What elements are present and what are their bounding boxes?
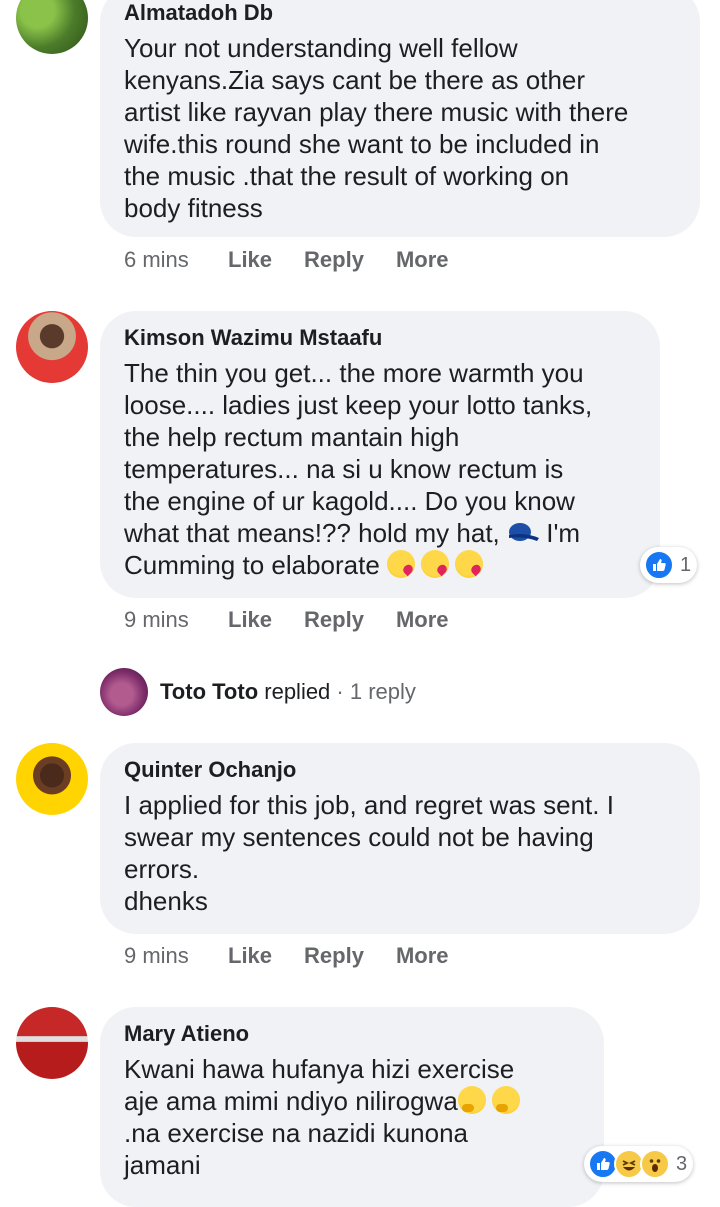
- reply-count: · 1 reply: [330, 679, 416, 704]
- comment-author[interactable]: Mary Atieno: [124, 1021, 580, 1047]
- comment-text-main: Kwani hawa hufanya hizi exercise aje ama…: [124, 1054, 515, 1116]
- thinking-emoji-icon: [457, 1086, 486, 1114]
- replied-verb: replied: [258, 679, 331, 704]
- comment-text-after: .na exercise na nazidi kunona jamani: [124, 1118, 469, 1180]
- avatar[interactable]: [16, 743, 88, 815]
- comment-bubble: Quinter Ochanjo I applied for this job, …: [100, 743, 700, 934]
- reaction-count: 1: [680, 553, 692, 576]
- comment-bubble: Kimson Wazimu Mstaafu The thin you get..…: [100, 311, 660, 598]
- comment-text: I applied for this job, and regret was s…: [124, 790, 614, 916]
- comment-author[interactable]: Kimson Wazimu Mstaafu: [124, 325, 636, 351]
- reply-button[interactable]: Reply: [304, 247, 364, 273]
- kiss-emoji-icon: [387, 550, 416, 578]
- comment-actions: 9 mins Like Reply More: [124, 607, 481, 633]
- cap-emoji-icon: [507, 519, 539, 541]
- thinking-emoji-icon: [491, 1086, 520, 1114]
- comment-bubble: Mary Atieno Kwani hawa hufanya hizi exer…: [100, 1007, 604, 1207]
- comment-text: Your not understanding well fellow kenya…: [124, 33, 629, 223]
- reaction-summary[interactable]: 3: [584, 1146, 694, 1182]
- avatar[interactable]: [16, 1007, 88, 1079]
- avatar: [100, 668, 148, 716]
- comment-text: The thin you get... the more warmth you …: [124, 357, 636, 581]
- more-button[interactable]: More: [396, 943, 449, 969]
- comment-bubble: Almatadoh Db Your not understanding well…: [100, 0, 700, 237]
- comment-author[interactable]: Almatadoh Db: [124, 0, 676, 26]
- view-replies-link[interactable]: Toto Toto replied · 1 reply: [100, 668, 416, 716]
- comment-author[interactable]: Quinter Ochanjo: [124, 757, 676, 783]
- reply-button[interactable]: Reply: [304, 943, 364, 969]
- like-button[interactable]: Like: [228, 247, 272, 273]
- comment-time[interactable]: 9 mins: [124, 607, 228, 633]
- like-button[interactable]: Like: [228, 943, 272, 969]
- like-button[interactable]: Like: [228, 607, 272, 633]
- reaction-summary[interactable]: 1: [640, 547, 698, 583]
- more-button[interactable]: More: [396, 247, 449, 273]
- like-reaction-icon: [644, 550, 674, 580]
- comment-time[interactable]: 9 mins: [124, 943, 228, 969]
- comment-time[interactable]: 6 mins: [124, 247, 228, 273]
- comment-actions: 9 mins Like Reply More: [124, 943, 481, 969]
- replier-name: Toto Toto: [160, 679, 259, 704]
- reaction-count: 3: [676, 1152, 688, 1175]
- reply-button[interactable]: Reply: [304, 607, 364, 633]
- avatar[interactable]: [16, 311, 88, 383]
- avatar[interactable]: [16, 0, 88, 54]
- wow-reaction-icon: [640, 1149, 670, 1179]
- kiss-emoji-icon: [421, 550, 450, 578]
- kiss-emoji-icon: [455, 550, 484, 578]
- comment-text: Kwani hawa hufanya hizi exercise aje ama…: [124, 1053, 580, 1181]
- replied-summary[interactable]: Toto Toto replied · 1 reply: [160, 679, 416, 705]
- comment-actions: 6 mins Like Reply More: [124, 247, 481, 273]
- more-button[interactable]: More: [396, 607, 449, 633]
